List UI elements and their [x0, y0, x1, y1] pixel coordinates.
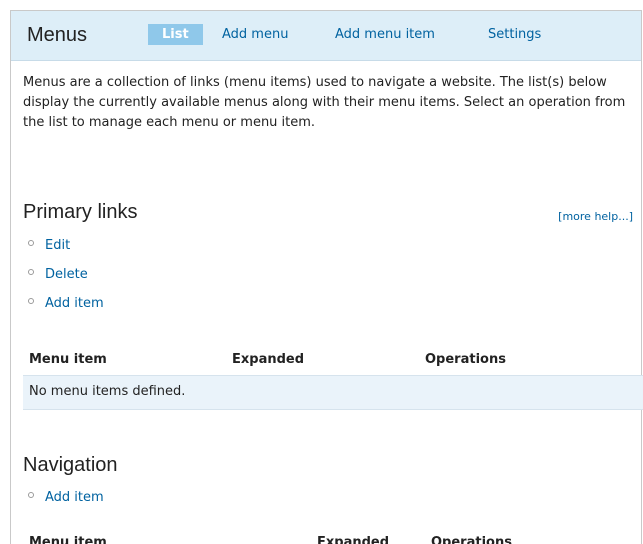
- tab-add-menu[interactable]: Add menu: [222, 27, 288, 42]
- tab-settings[interactable]: Settings: [488, 27, 541, 42]
- column-header-operations: Operations: [425, 352, 506, 367]
- operation-item: Delete: [23, 260, 104, 289]
- operation-item: Add item: [23, 483, 104, 512]
- page-title: Menus: [27, 24, 88, 46]
- navigation-operations: Add item: [23, 483, 104, 512]
- delete-link[interactable]: Delete: [45, 267, 88, 282]
- bullet-icon: [28, 240, 34, 246]
- column-header-menu-item: Menu item: [29, 535, 107, 544]
- navigation-table-header: Menu item Expanded Operations: [23, 531, 643, 544]
- table-empty-row: No menu items defined.: [23, 375, 643, 410]
- primary-links-table-header: Menu item Expanded Operations: [23, 348, 643, 374]
- bullet-icon: [28, 298, 34, 304]
- empty-message: No menu items defined.: [29, 384, 186, 399]
- add-item-link[interactable]: Add item: [45, 490, 104, 505]
- operation-item: Edit: [23, 231, 104, 260]
- tab-add-menu-item[interactable]: Add menu item: [335, 27, 435, 42]
- tab-list[interactable]: List: [148, 24, 203, 45]
- intro-text: Menus are a collection of links (menu it…: [23, 75, 626, 130]
- menu-title-primary-links: Primary links: [23, 201, 138, 223]
- primary-links-operations: Edit Delete Add item: [23, 231, 104, 318]
- menu-title-navigation: Navigation: [23, 454, 118, 476]
- bullet-icon: [28, 492, 34, 498]
- edit-link[interactable]: Edit: [45, 238, 70, 253]
- column-header-expanded: Expanded: [317, 535, 390, 544]
- menus-admin-panel: Menus List Add menu Add menu item Settin…: [10, 10, 643, 544]
- more-help-link[interactable]: [more help...]: [558, 210, 633, 223]
- tab-bar: Menus List Add menu Add menu item Settin…: [11, 11, 641, 61]
- bullet-icon: [28, 269, 34, 275]
- column-header-operations: Operations: [431, 535, 512, 544]
- main-content: Menus are a collection of links (menu it…: [23, 73, 643, 544]
- column-header-menu-item: Menu item: [29, 352, 107, 367]
- column-header-expanded: Expanded: [232, 352, 305, 367]
- add-item-link[interactable]: Add item: [45, 296, 104, 311]
- operation-item: Add item: [23, 289, 104, 318]
